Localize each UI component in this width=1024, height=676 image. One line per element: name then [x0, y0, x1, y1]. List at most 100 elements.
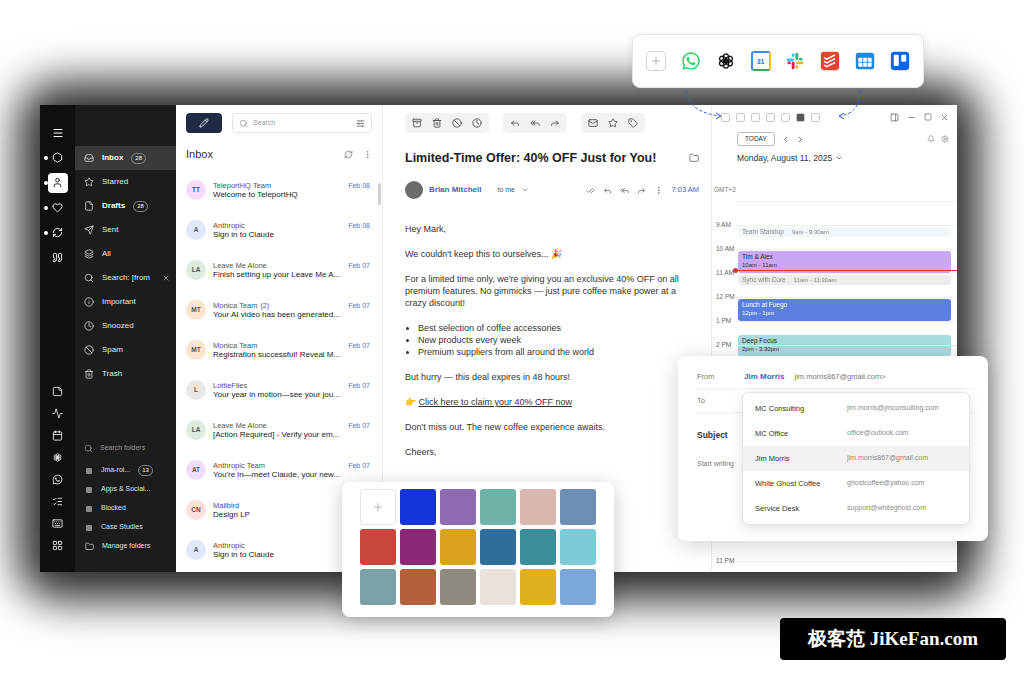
custom-folder[interactable]: Blocked — [75, 499, 176, 518]
account-item[interactable] — [40, 145, 75, 170]
panel-icon[interactable] — [890, 113, 899, 122]
integration-slot-icon[interactable] — [736, 113, 745, 122]
rail-app[interactable] — [40, 402, 75, 424]
from-row[interactable]: FromJim Morrisjim.morris867@gmail.com> — [697, 365, 974, 389]
mark-unread-icon[interactable] — [588, 118, 598, 128]
rail-app[interactable] — [40, 468, 75, 490]
refresh-icon[interactable] — [344, 150, 353, 159]
photo-tile[interactable] — [480, 569, 516, 605]
reply-icon[interactable] — [603, 186, 612, 195]
custom-folder[interactable]: Case Studies — [75, 518, 176, 537]
integration-slot-icon[interactable] — [781, 113, 790, 122]
folder-item[interactable]: Snoozed — [75, 314, 176, 338]
mail-item[interactable]: AAnthropicFeb 08Sign in to Claude — [176, 210, 382, 250]
archive-icon[interactable] — [412, 118, 422, 128]
color-swatch-tile[interactable] — [400, 489, 436, 525]
rail-app[interactable] — [40, 534, 75, 556]
folder-item[interactable]: Trash — [75, 362, 176, 386]
forward-icon[interactable] — [637, 186, 646, 195]
calendar-event[interactable]: Sync with Core11am - 11:30am — [738, 275, 951, 285]
more-icon[interactable] — [654, 186, 663, 195]
photo-tile[interactable] — [400, 569, 436, 605]
google-calendar-icon[interactable]: 31 — [751, 51, 771, 71]
custom-folder[interactable]: Manage folders — [75, 537, 176, 556]
snooze-icon[interactable] — [472, 118, 482, 128]
custom-folder[interactable]: Jma-roi...13 — [75, 461, 176, 480]
integration-slot-icon[interactable] — [721, 113, 730, 122]
bell-icon[interactable] — [927, 135, 935, 143]
menu-button[interactable] — [52, 121, 64, 145]
photo-tile[interactable] — [440, 489, 476, 525]
photo-tile[interactable] — [440, 529, 476, 565]
mail-item[interactable]: LALeave Me AloneFeb 07[Action Required] … — [176, 410, 382, 450]
scrollbar-thumb[interactable] — [378, 183, 381, 205]
star-icon[interactable] — [608, 118, 618, 128]
photo-tile[interactable] — [520, 529, 556, 565]
folder-item[interactable]: Drafts28 — [75, 194, 176, 218]
rail-app[interactable] — [40, 490, 75, 512]
mail-item[interactable]: TTTeleportHQ TeamFeb 08Welcome to Telepo… — [176, 170, 382, 210]
account-item[interactable] — [40, 220, 75, 245]
more-icon[interactable] — [363, 150, 372, 159]
recipient-chevron-icon[interactable] — [521, 186, 529, 194]
folder-item[interactable]: Inbox28 — [75, 146, 176, 170]
folder-item[interactable]: Spam — [75, 338, 176, 362]
account-item[interactable] — [40, 195, 75, 220]
forward-icon[interactable] — [550, 118, 560, 128]
hour-slot[interactable] — [736, 201, 957, 225]
rail-app[interactable] — [40, 512, 75, 534]
hour-slot[interactable]: Sync with Core11am - 11:30am — [736, 273, 957, 297]
reply-icon[interactable] — [510, 118, 520, 128]
close-icon[interactable] — [940, 113, 949, 122]
folder-item[interactable]: Search: [from — [75, 266, 176, 290]
integration-slot-icon[interactable] — [766, 113, 775, 122]
calendar-event[interactable]: Lunch at Fuego12pm - 1pm — [738, 299, 951, 321]
photo-tile[interactable] — [560, 529, 596, 565]
custom-folder[interactable]: Apps & Social... — [75, 480, 176, 499]
photo-tile[interactable] — [480, 489, 516, 525]
reply-all-icon[interactable] — [530, 118, 540, 128]
search-field[interactable]: Search — [232, 113, 372, 133]
tag-icon[interactable] — [628, 118, 638, 128]
close-icon[interactable] — [162, 274, 170, 282]
account-item[interactable] — [40, 170, 75, 195]
photo-tile[interactable] — [560, 569, 596, 605]
slack-icon[interactable] — [785, 51, 805, 71]
photo-tile[interactable] — [400, 529, 436, 565]
next-icon[interactable] — [796, 135, 805, 144]
compose-button[interactable] — [186, 113, 222, 133]
spam-icon[interactable] — [452, 118, 462, 128]
folder-item[interactable]: Important — [75, 290, 176, 314]
photo-tile[interactable] — [520, 569, 556, 605]
minimize-icon[interactable] — [907, 113, 916, 122]
photo-tile[interactable] — [440, 569, 476, 605]
integration-slot-icon[interactable] — [811, 113, 820, 122]
photo-tile[interactable] — [520, 489, 556, 525]
trash-icon[interactable] — [432, 118, 442, 128]
folder-item[interactable]: All — [75, 242, 176, 266]
calendar-event[interactable]: Deep Focus2pm - 3:30pm — [738, 335, 951, 357]
mail-item[interactable]: MTMonica TeamFeb 07Registration successf… — [176, 330, 382, 370]
hour-slot[interactable] — [736, 561, 957, 572]
calendar-app-icon[interactable] — [855, 51, 875, 71]
filter-icon[interactable] — [356, 119, 365, 128]
contact-option[interactable]: MC Officeoffice@outlook.com — [743, 421, 969, 446]
add-image-tile[interactable] — [360, 489, 396, 525]
hour-slot[interactable]: Deep Focus2pm - 3:30pm — [736, 321, 957, 345]
mail-item[interactable]: LALeave Me AloneFeb 07Finish setting up … — [176, 250, 382, 290]
mail-item[interactable]: LLottieFilesFeb 07Your year in motion—se… — [176, 370, 382, 410]
previous-icon[interactable] — [781, 135, 790, 144]
photo-tile[interactable] — [560, 489, 596, 525]
hour-slot[interactable]: Tim & Alex10am - 11am — [736, 249, 957, 273]
reply-all-icon[interactable] — [620, 186, 629, 195]
chatgpt-icon[interactable] — [716, 51, 736, 71]
contact-option[interactable]: Service Desksupport@whiteghost.com — [743, 496, 969, 521]
add-app-button[interactable] — [646, 51, 666, 71]
hour-slot[interactable]: Lunch at Fuego12pm - 1pm — [736, 297, 957, 321]
calendar-date-row[interactable]: Monday, August 11, 2025 — [712, 149, 957, 167]
hour-slot[interactable]: Team Standup9am - 9:30am — [736, 225, 957, 249]
account-item[interactable] — [40, 245, 75, 270]
folder-search[interactable]: Search folders — [75, 435, 176, 461]
photo-tile[interactable] — [360, 529, 396, 565]
todoist-icon[interactable] — [820, 51, 840, 71]
